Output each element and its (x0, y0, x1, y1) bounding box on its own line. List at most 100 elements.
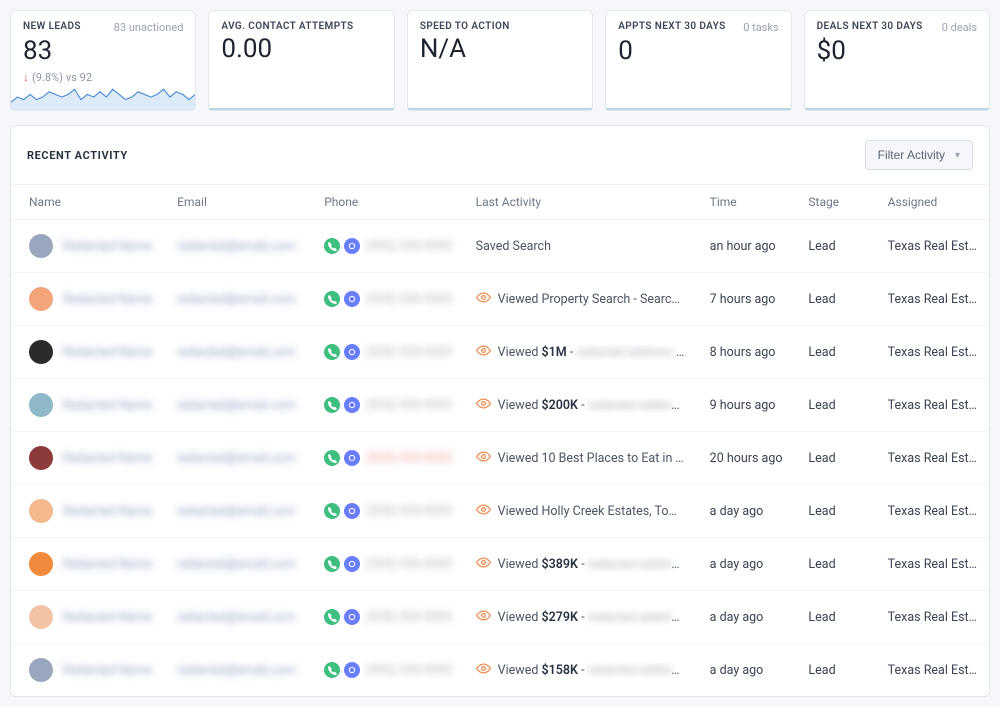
table-row[interactable]: Redacted Name redacted@email.com (555) 5… (11, 379, 989, 432)
avatar (29, 287, 53, 311)
table-row[interactable]: Redacted Name redacted@email.com (555) 5… (11, 326, 989, 379)
lead-name[interactable]: Redacted Name (63, 663, 152, 678)
metrics-row: NEW LEADS83 unactioned83↓(9.8%) vs 92 AV… (10, 10, 990, 111)
metric-change-vs: vs 92 (66, 71, 92, 84)
lead-name[interactable]: Redacted Name (63, 292, 152, 307)
filter-activity-label: Filter Activity (878, 148, 945, 162)
table-row[interactable]: Redacted Name redacted@email.com (555) 5… (11, 644, 989, 697)
lead-assigned: Texas Real Est… (876, 326, 989, 379)
lead-name[interactable]: Redacted Name (63, 610, 152, 625)
lead-phone[interactable]: (555) 555-5555 (366, 451, 451, 466)
table-row[interactable]: Redacted Name redacted@email.com (555) 5… (11, 485, 989, 538)
sms-icon[interactable] (344, 397, 360, 413)
table-row[interactable]: Redacted Name redacted@email.com (555) 5… (11, 538, 989, 591)
lead-name[interactable]: Redacted Name (63, 451, 152, 466)
lead-phone[interactable]: (555) 555-5555 (366, 610, 451, 625)
column-header[interactable]: Time (698, 185, 797, 220)
metric-card[interactable]: SPEED TO ACTIONN/A (407, 10, 593, 111)
lead-stage: Lead (796, 485, 875, 538)
table-row[interactable]: Redacted Name redacted@email.com (555) 5… (11, 591, 989, 644)
sms-icon[interactable] (344, 503, 360, 519)
call-icon[interactable] (324, 344, 340, 360)
eye-icon (476, 502, 491, 521)
lead-email[interactable]: redacted@email.com (177, 345, 296, 360)
filter-activity-button[interactable]: Filter Activity ▾ (865, 140, 973, 170)
metric-value: 0 (618, 36, 778, 66)
lead-name[interactable]: Redacted Name (63, 557, 152, 572)
lead-email[interactable]: redacted@email.com (177, 504, 296, 519)
table-row[interactable]: Redacted Name redacted@email.com (555) 5… (11, 273, 989, 326)
lead-phone[interactable]: (555) 555-5555 (366, 504, 451, 519)
lead-email[interactable]: redacted@email.com (177, 610, 296, 625)
sms-icon[interactable] (344, 344, 360, 360)
activity-time: a day ago (698, 485, 797, 538)
eye-icon (476, 661, 491, 680)
column-header[interactable]: Phone (312, 185, 463, 220)
column-header[interactable]: Assigned (876, 185, 989, 220)
lead-name[interactable]: Redacted Name (63, 398, 152, 413)
activity-time: 8 hours ago (698, 326, 797, 379)
eye-icon (476, 343, 491, 362)
call-icon[interactable] (324, 503, 340, 519)
table-row[interactable]: Redacted Name redacted@email.com (555) 5… (11, 220, 989, 273)
eye-icon (476, 449, 491, 468)
sms-icon[interactable] (344, 662, 360, 678)
column-header[interactable]: Name (11, 185, 165, 220)
lead-stage: Lead (796, 273, 875, 326)
call-icon[interactable] (324, 556, 340, 572)
call-icon[interactable] (324, 662, 340, 678)
lead-stage: Lead (796, 220, 875, 273)
metric-label: NEW LEADS (23, 21, 81, 32)
avatar (29, 234, 53, 258)
call-icon[interactable] (324, 397, 340, 413)
activity-time: 7 hours ago (698, 273, 797, 326)
call-icon[interactable] (324, 238, 340, 254)
lead-phone[interactable]: (555) 555-5555 (366, 398, 451, 413)
metric-label: APPTS NEXT 30 DAYS (618, 21, 725, 32)
call-icon[interactable] (324, 609, 340, 625)
metric-aside: 83 unactioned (114, 21, 184, 34)
table-row[interactable]: Redacted Name redacted@email.com (555) 5… (11, 432, 989, 485)
lead-assigned: Texas Real Est… (876, 485, 989, 538)
call-icon[interactable] (324, 450, 340, 466)
lead-name[interactable]: Redacted Name (63, 239, 152, 254)
lead-stage: Lead (796, 432, 875, 485)
last-activity-text: Viewed Holly Creek Estates, Tomb… (498, 504, 686, 519)
sms-icon[interactable] (344, 238, 360, 254)
last-activity-text: Viewed $1M - redacted address text (498, 345, 686, 360)
call-icon[interactable] (324, 291, 340, 307)
avatar (29, 658, 53, 682)
metric-value: N/A (420, 34, 580, 64)
lead-email[interactable]: redacted@email.com (177, 557, 296, 572)
activity-time: 9 hours ago (698, 379, 797, 432)
lead-phone[interactable]: (555) 555-5555 (366, 239, 451, 254)
metric-card[interactable]: AVG. CONTACT ATTEMPTS0.00 (208, 10, 394, 111)
lead-phone[interactable]: (555) 555-5555 (366, 557, 451, 572)
lead-name[interactable]: Redacted Name (63, 504, 152, 519)
sms-icon[interactable] (344, 291, 360, 307)
lead-phone[interactable]: (555) 555-5555 (366, 345, 451, 360)
sms-icon[interactable] (344, 609, 360, 625)
lead-email[interactable]: redacted@email.com (177, 292, 296, 307)
column-header[interactable]: Last Activity (464, 185, 698, 220)
column-header[interactable]: Email (165, 185, 312, 220)
last-activity-text: Viewed $279K - redacted address text (498, 610, 686, 625)
lead-name[interactable]: Redacted Name (63, 345, 152, 360)
lead-email[interactable]: redacted@email.com (177, 451, 296, 466)
metric-card[interactable]: APPTS NEXT 30 DAYS 0 tasks 0 (605, 10, 791, 111)
eye-icon (476, 608, 491, 627)
lead-email[interactable]: redacted@email.com (177, 239, 296, 254)
lead-email[interactable]: redacted@email.com (177, 398, 296, 413)
lead-assigned: Texas Real Est… (876, 379, 989, 432)
metric-aside: 0 tasks (743, 21, 778, 34)
metric-card[interactable]: DEALS NEXT 30 DAYS0 deals$0 (804, 10, 990, 111)
sms-icon[interactable] (344, 450, 360, 466)
sms-icon[interactable] (344, 556, 360, 572)
lead-phone[interactable]: (555) 555-5555 (366, 292, 451, 307)
lead-phone[interactable]: (555) 555-5555 (366, 663, 451, 678)
metric-card[interactable]: NEW LEADS83 unactioned83↓(9.8%) vs 92 (10, 10, 196, 111)
lead-email[interactable]: redacted@email.com (177, 663, 296, 678)
column-header[interactable]: Stage (796, 185, 875, 220)
lead-stage: Lead (796, 379, 875, 432)
metric-value: 0.00 (221, 34, 381, 64)
